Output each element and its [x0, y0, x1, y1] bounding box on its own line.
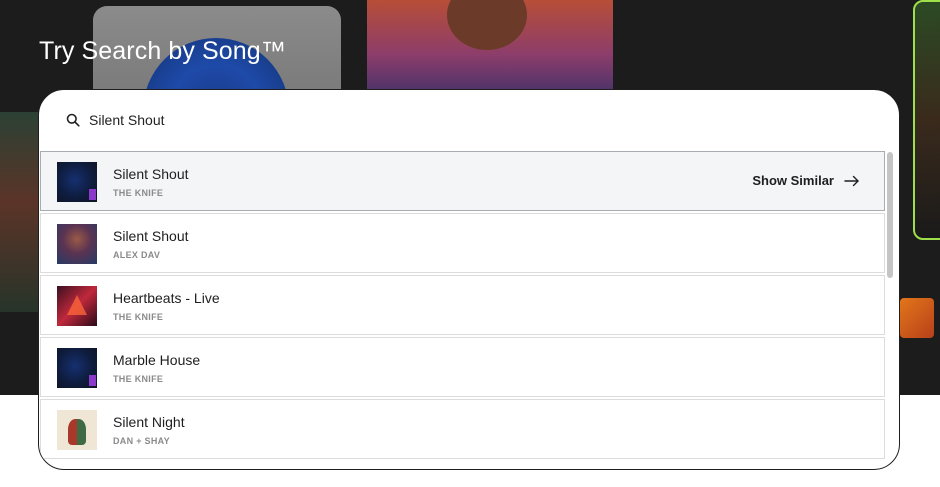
search-input[interactable]: [89, 109, 789, 131]
portrait-figure: [447, 0, 527, 50]
album-art-right-small: [900, 298, 934, 338]
album-art-right: [913, 0, 940, 240]
result-row[interactable]: Marble House THE KNIFE: [40, 337, 885, 397]
result-row[interactable]: Silent Night DAN + SHAY: [40, 399, 885, 459]
track-title: Silent Night: [113, 414, 185, 430]
track-title: Silent Shout: [113, 228, 189, 244]
search-panel: Silent Shout THE KNIFE Show Similar Sile…: [38, 89, 900, 470]
album-thumbnail: [57, 224, 97, 264]
search-bar[interactable]: [39, 90, 899, 150]
album-thumbnail: [57, 162, 97, 202]
show-similar-button[interactable]: Show Similar: [752, 173, 860, 188]
result-row[interactable]: Heartbeats - Live THE KNIFE: [40, 275, 885, 335]
search-icon: [66, 113, 80, 127]
track-title: Silent Shout: [113, 166, 189, 182]
hero-title: Try Search by Song™: [39, 37, 286, 65]
track-artist: THE KNIFE: [113, 312, 164, 322]
results-scrollbar[interactable]: [886, 151, 894, 469]
track-artist: THE KNIFE: [113, 374, 164, 384]
result-row[interactable]: Silent Shout THE KNIFE Show Similar: [40, 151, 885, 211]
album-art-portrait: [367, 0, 613, 100]
show-similar-label: Show Similar: [752, 173, 834, 188]
result-row[interactable]: Silent Shout ALEX DAV: [40, 213, 885, 273]
track-title: Heartbeats - Live: [113, 290, 220, 306]
album-thumbnail: [57, 410, 97, 450]
scrollbar-thumb[interactable]: [887, 152, 893, 278]
arrow-right-icon: [844, 175, 859, 186]
track-artist: ALEX DAV: [113, 250, 161, 260]
track-artist: THE KNIFE: [113, 188, 164, 198]
album-thumbnail: [57, 286, 97, 326]
album-thumbnail: [57, 348, 97, 388]
results-list: Silent Shout THE KNIFE Show Similar Sile…: [40, 151, 885, 469]
track-artist: DAN + SHAY: [113, 436, 170, 446]
track-title: Marble House: [113, 352, 201, 368]
